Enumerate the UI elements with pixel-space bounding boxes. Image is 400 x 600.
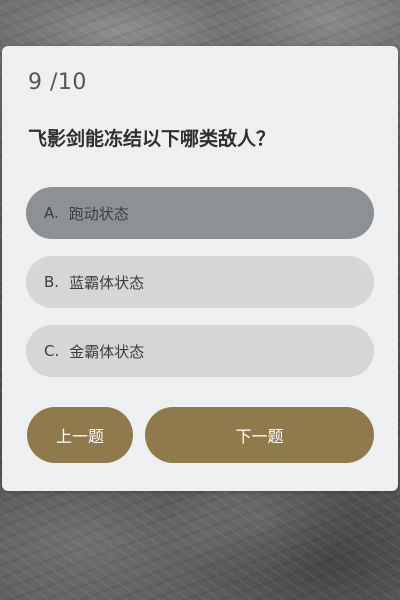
- option-b-letter: B.: [44, 273, 60, 291]
- option-c-letter: C.: [44, 342, 60, 360]
- option-b[interactable]: B. 蓝霸体状态: [26, 256, 374, 308]
- question-text: 飞影剑能冻结以下哪类敌人？: [28, 128, 276, 150]
- option-a-letter: A.: [44, 204, 59, 222]
- option-a-text: 跑动状态: [68, 204, 129, 223]
- option-b-text: 蓝霸体状态: [69, 273, 145, 292]
- next-question-button[interactable]: 下一题: [145, 407, 374, 463]
- question-progress: 9 /10: [28, 70, 87, 95]
- option-a[interactable]: A. 跑动状态: [26, 187, 374, 239]
- previous-question-button[interactable]: 上一题: [27, 407, 133, 463]
- option-c[interactable]: C. 金霸体状态: [26, 325, 374, 377]
- option-c-text: 金霸体状态: [69, 342, 145, 361]
